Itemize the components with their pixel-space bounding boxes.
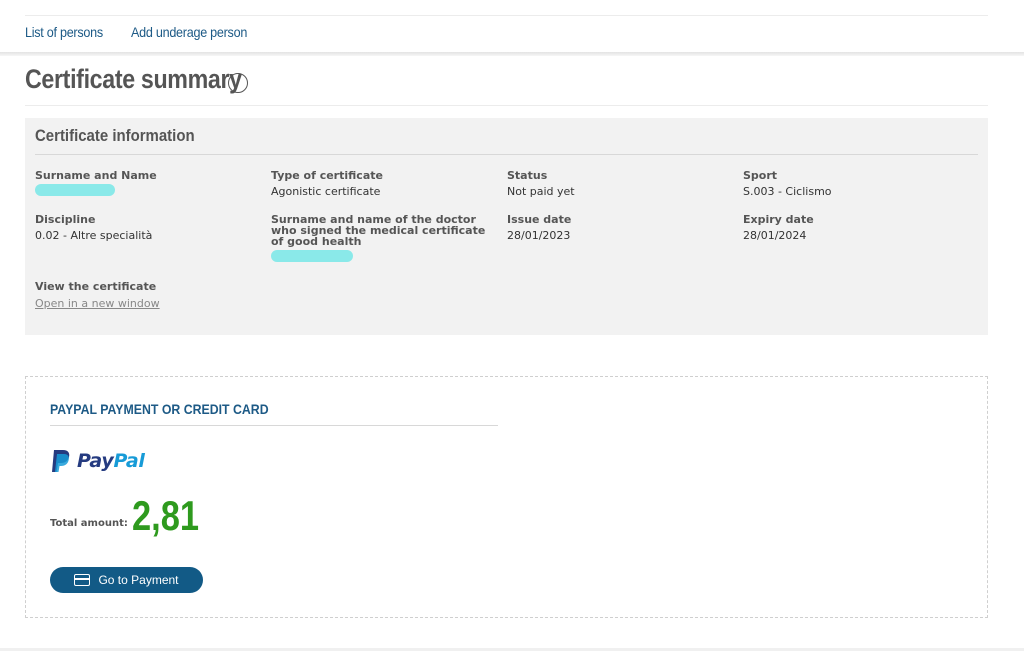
field-label: Expiry date: [743, 213, 814, 226]
total-amount-label: Total amount:: [50, 518, 128, 529]
field-label: Status: [507, 169, 548, 182]
field-status: Status Not paid yet: [507, 170, 727, 198]
go-to-payment-label: Go to Payment: [98, 573, 179, 587]
paypal-logo-text-pay: Pay: [77, 450, 114, 472]
payment-heading: PAYPAL PAYMENT OR CREDIT CARD: [50, 401, 269, 417]
field-label: Type of certificate: [271, 169, 383, 182]
field-value: S.003 - Ciclismo: [743, 185, 832, 198]
paypal-p-icon: [52, 450, 70, 472]
total-row: Total amount: 2,81: [50, 495, 214, 537]
field-sport: Sport S.003 - Ciclismo: [743, 170, 963, 198]
field-value: Not paid yet: [507, 185, 575, 198]
field-view-certificate: View the certificate Open in a new windo…: [35, 281, 255, 311]
field-label: Issue date: [507, 213, 572, 226]
status-circle-icon: [228, 73, 248, 93]
page-title: Certificate summary: [25, 64, 242, 94]
title-divider: [25, 105, 988, 106]
open-certificate-link[interactable]: Open in a new window: [35, 297, 160, 310]
redacted-name: [35, 184, 115, 196]
field-label: Surname and Name: [35, 169, 157, 182]
field-surname-name: Surname and Name: [35, 170, 255, 196]
field-label: Sport: [743, 169, 778, 182]
go-to-payment-button[interactable]: Go to Payment: [50, 567, 203, 593]
field-value: Agonistic certificate: [271, 185, 381, 198]
nav-list-of-persons-link[interactable]: List of persons: [25, 24, 103, 44]
field-label: Surname and name of the doctor who signe…: [271, 213, 486, 248]
paypal-logo-text-pal: Pal: [113, 450, 145, 472]
nav-bottom-border: [0, 52, 1024, 56]
nav-add-underage-person-link[interactable]: Add underage person: [131, 24, 247, 44]
payment-divider: [50, 425, 498, 426]
top-divider: [25, 15, 988, 16]
field-value: 28/01/2024: [743, 229, 807, 242]
certificate-info-divider: [35, 154, 978, 155]
field-issue-date: Issue date 28/01/2023: [507, 214, 727, 242]
field-doctor: Surname and name of the doctor who signe…: [271, 214, 493, 262]
field-discipline: Discipline 0.02 - Altre specialità: [35, 214, 255, 242]
certificate-info-heading: Certificate information: [35, 126, 195, 145]
field-value: 0.02 - Altre specialità: [35, 229, 153, 242]
credit-card-icon: [74, 574, 91, 586]
top-nav: List of persons Add underage person: [25, 24, 260, 44]
field-label: Discipline: [35, 213, 96, 226]
redacted-doctor-name: [271, 250, 353, 262]
paypal-logo: PayPal: [50, 447, 145, 475]
field-expiry-date: Expiry date 28/01/2024: [743, 214, 963, 242]
field-certificate-type: Type of certificate Agonistic certificat…: [271, 170, 491, 198]
payment-panel: PAYPAL PAYMENT OR CREDIT CARD PayPal Tot…: [25, 376, 988, 618]
field-value: 28/01/2023: [507, 229, 571, 242]
certificate-info-panel: Certificate information Surname and Name…: [25, 118, 988, 335]
total-amount-value: 2,81: [131, 492, 199, 539]
field-label: View the certificate: [35, 280, 157, 293]
